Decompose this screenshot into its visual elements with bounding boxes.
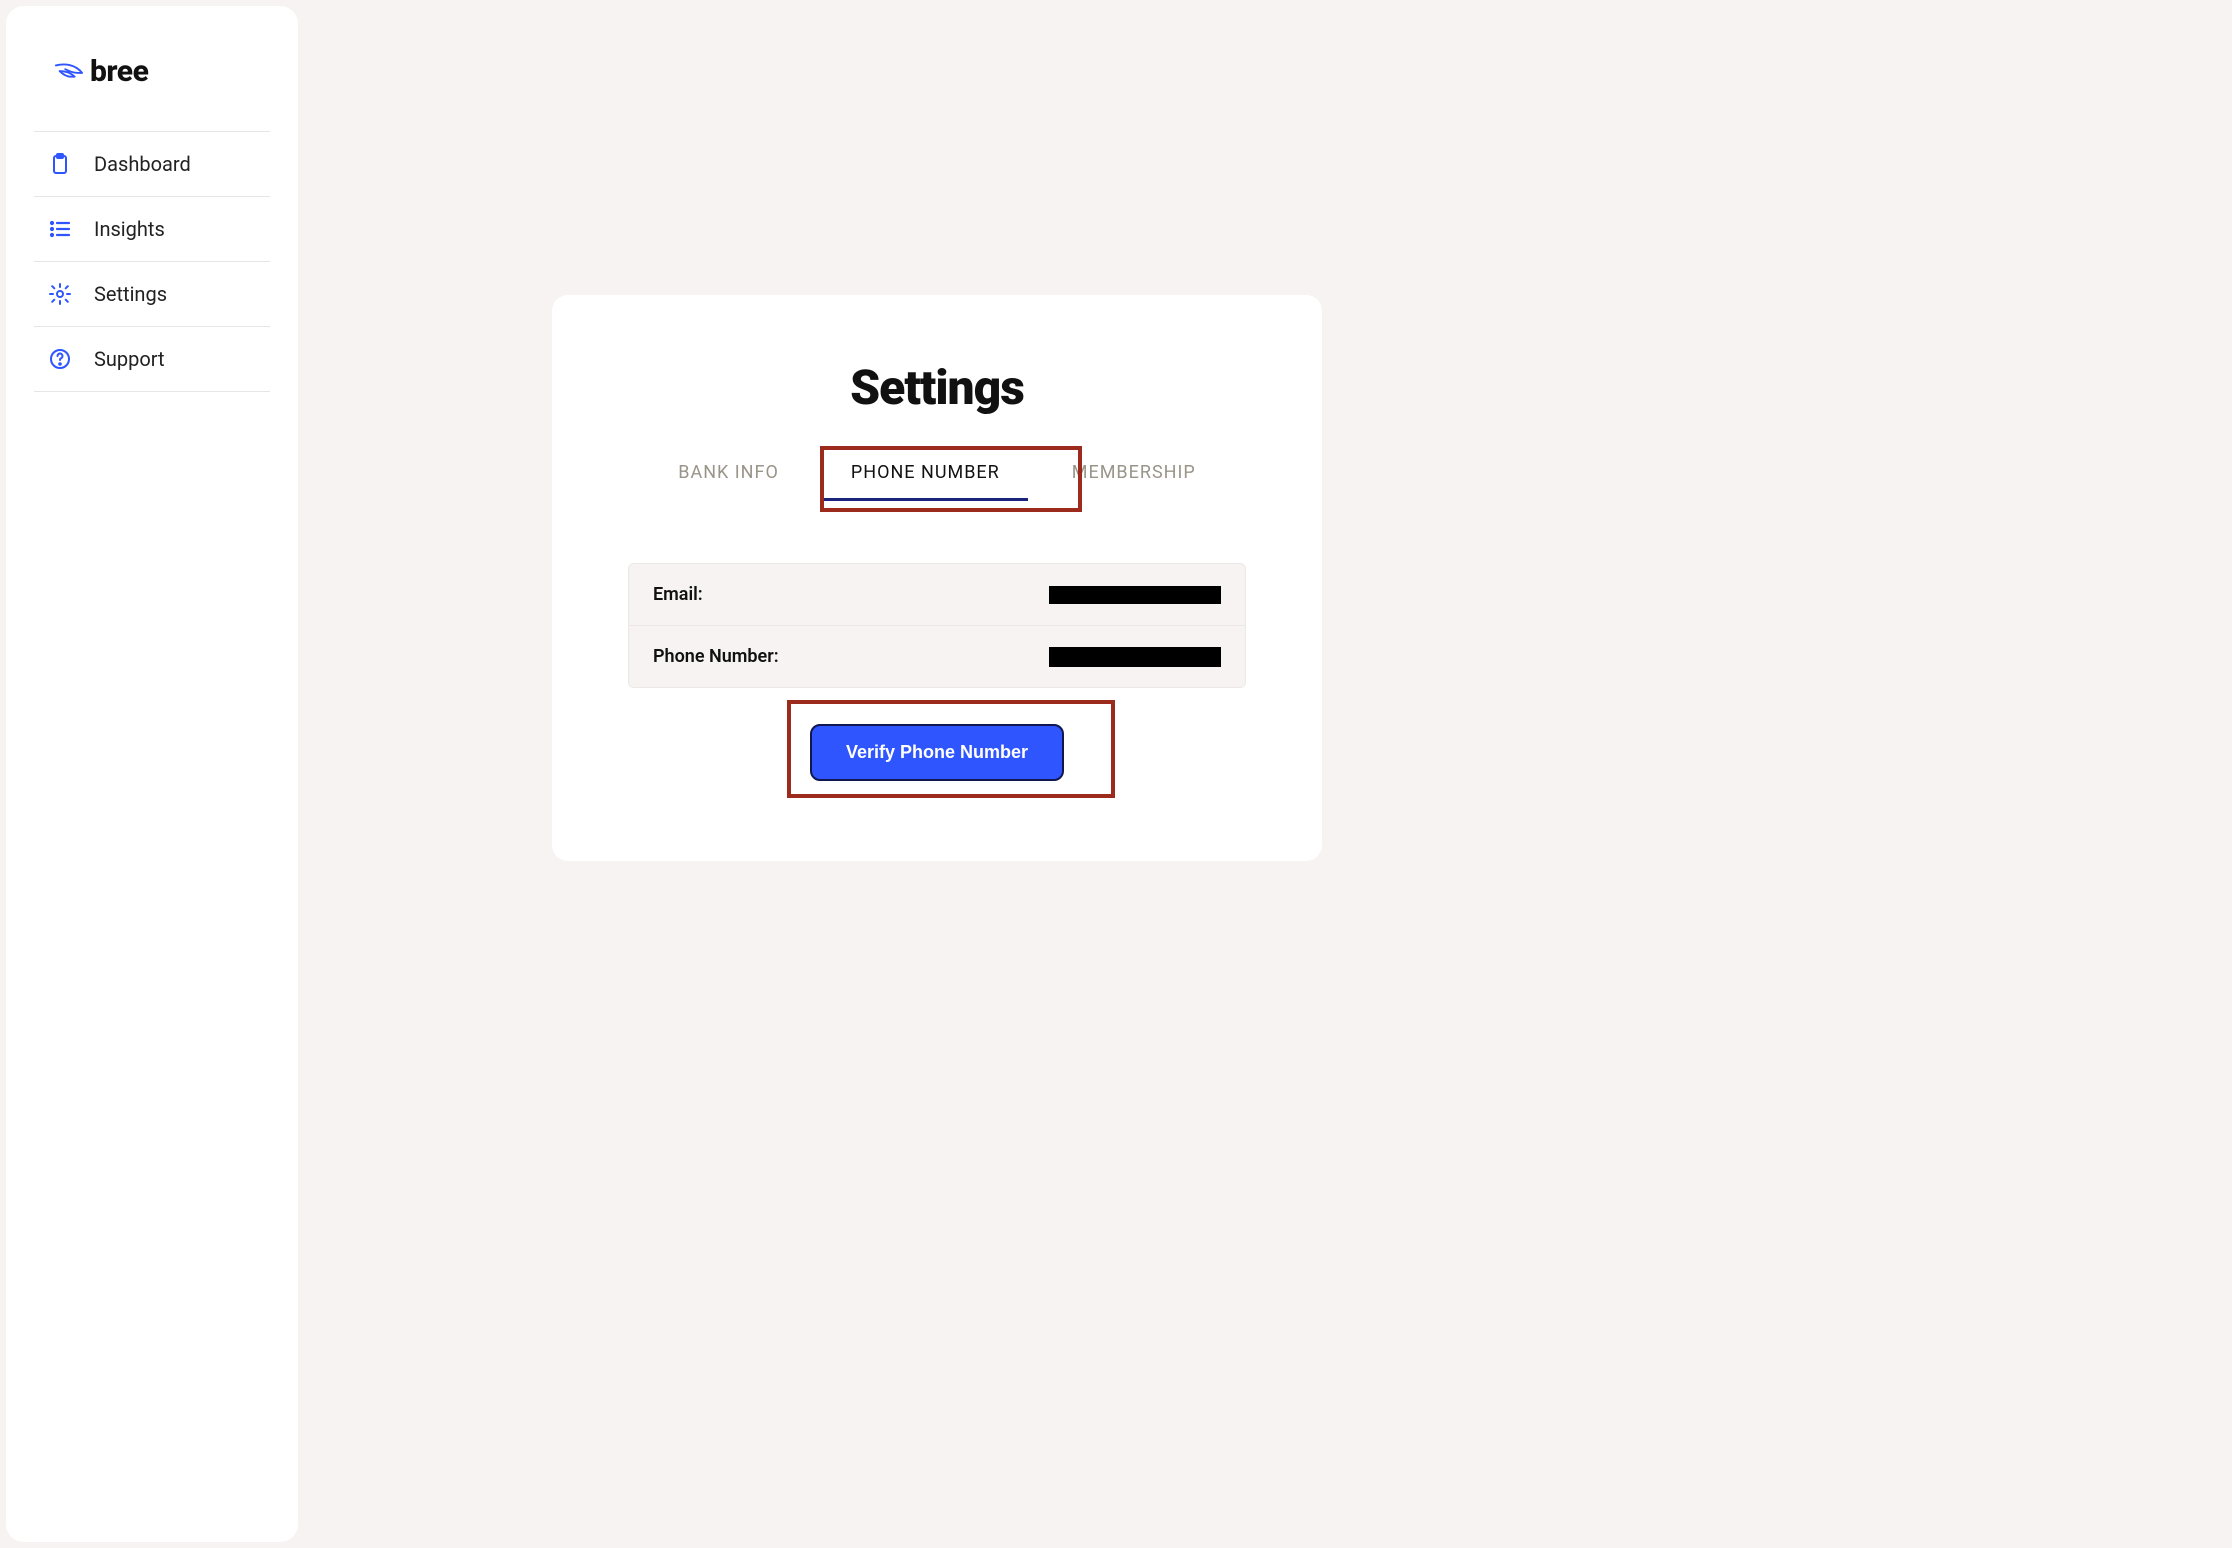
- phone-value-redacted: [1049, 647, 1221, 667]
- help-icon: [48, 347, 72, 371]
- account-info-block: Email: Phone Number:: [628, 563, 1246, 688]
- verify-phone-button[interactable]: Verify Phone Number: [810, 724, 1064, 781]
- sidebar-item-insights[interactable]: Insights: [34, 197, 270, 262]
- verify-section: Verify Phone Number: [582, 724, 1292, 781]
- wing-icon: [54, 61, 84, 83]
- list-icon: [48, 217, 72, 241]
- tab-membership[interactable]: MEMBERSHIP: [1072, 452, 1196, 501]
- phone-label: Phone Number:: [653, 646, 779, 667]
- page-title: Settings: [582, 359, 1292, 416]
- settings-card: Settings BANK INFO PHONE NUMBER MEMBERSH…: [552, 295, 1322, 861]
- brand-logo: bree: [34, 54, 270, 131]
- sidebar: bree Dashboard Insights Settings Support: [6, 6, 298, 1542]
- email-value-redacted: [1049, 586, 1221, 604]
- sidebar-item-label: Dashboard: [94, 152, 191, 176]
- sidebar-item-label: Support: [94, 347, 165, 371]
- settings-tabs: BANK INFO PHONE NUMBER MEMBERSHIP: [582, 452, 1292, 501]
- email-label: Email:: [653, 584, 703, 605]
- tab-bank-info[interactable]: BANK INFO: [678, 452, 779, 501]
- main-content: Settings BANK INFO PHONE NUMBER MEMBERSH…: [304, 0, 2232, 1548]
- tab-phone-number[interactable]: PHONE NUMBER: [851, 452, 1000, 501]
- clipboard-icon: [48, 152, 72, 176]
- brand-name: bree: [90, 54, 148, 89]
- gear-icon: [48, 282, 72, 306]
- sidebar-item-label: Settings: [94, 282, 167, 306]
- sidebar-item-settings[interactable]: Settings: [34, 262, 270, 327]
- sidebar-item-label: Insights: [94, 217, 165, 241]
- phone-row: Phone Number:: [629, 626, 1245, 687]
- sidebar-item-dashboard[interactable]: Dashboard: [34, 132, 270, 197]
- sidebar-item-support[interactable]: Support: [34, 327, 270, 392]
- email-row: Email:: [629, 564, 1245, 626]
